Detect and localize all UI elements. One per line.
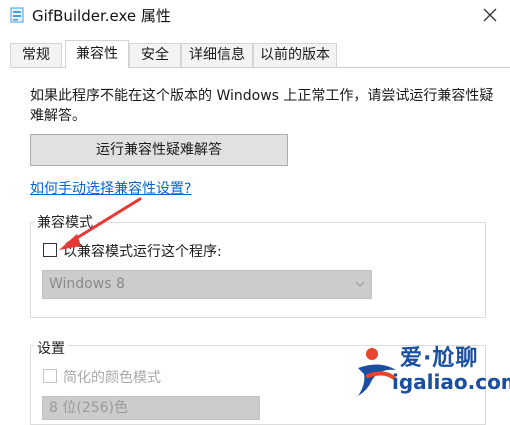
tab-general[interactable]: 常规 bbox=[10, 43, 62, 67]
settings-group-label: 设置 bbox=[34, 338, 68, 358]
reduced-color-checkbox[interactable] bbox=[43, 369, 57, 383]
manual-compat-help-link[interactable]: 如何手动选择兼容性设置? bbox=[30, 178, 191, 198]
close-button[interactable] bbox=[478, 3, 502, 27]
compat-description: 如果此程序不能在这个版本的 Windows 上正常工作，请尝试运行兼容性疑难解答… bbox=[30, 88, 494, 124]
run-troubleshooter-button[interactable]: 运行兼容性疑难解答 bbox=[30, 134, 288, 166]
annotation-arrow-icon bbox=[59, 197, 142, 250]
tab-security[interactable]: 安全 bbox=[129, 43, 181, 67]
color-depth-select[interactable]: 8 位(256)色 bbox=[42, 396, 260, 420]
close-icon bbox=[483, 8, 497, 22]
os-version-select-value: Windows 8 bbox=[49, 276, 125, 292]
window-title: GifBuilder.exe 属性 bbox=[32, 7, 171, 25]
tab-details[interactable]: 详细信息 bbox=[181, 43, 253, 67]
app-icon bbox=[10, 7, 24, 23]
os-version-select[interactable]: Windows 8 bbox=[42, 270, 372, 299]
watermark-url: igaliao.com bbox=[392, 370, 510, 394]
reduced-color-checkbox-label[interactable]: 简化的颜色模式 bbox=[63, 367, 161, 387]
chevron-down-icon bbox=[355, 281, 365, 287]
tab-previous-versions[interactable]: 以前的版本 bbox=[253, 43, 337, 67]
watermark-brand: 爱·尬聊 bbox=[400, 346, 479, 371]
color-depth-select-value: 8 位(256)色 bbox=[49, 400, 129, 416]
title-bar: GifBuilder.exe 属性 bbox=[0, 0, 510, 30]
tab-compatibility[interactable]: 兼容性 bbox=[65, 40, 129, 68]
